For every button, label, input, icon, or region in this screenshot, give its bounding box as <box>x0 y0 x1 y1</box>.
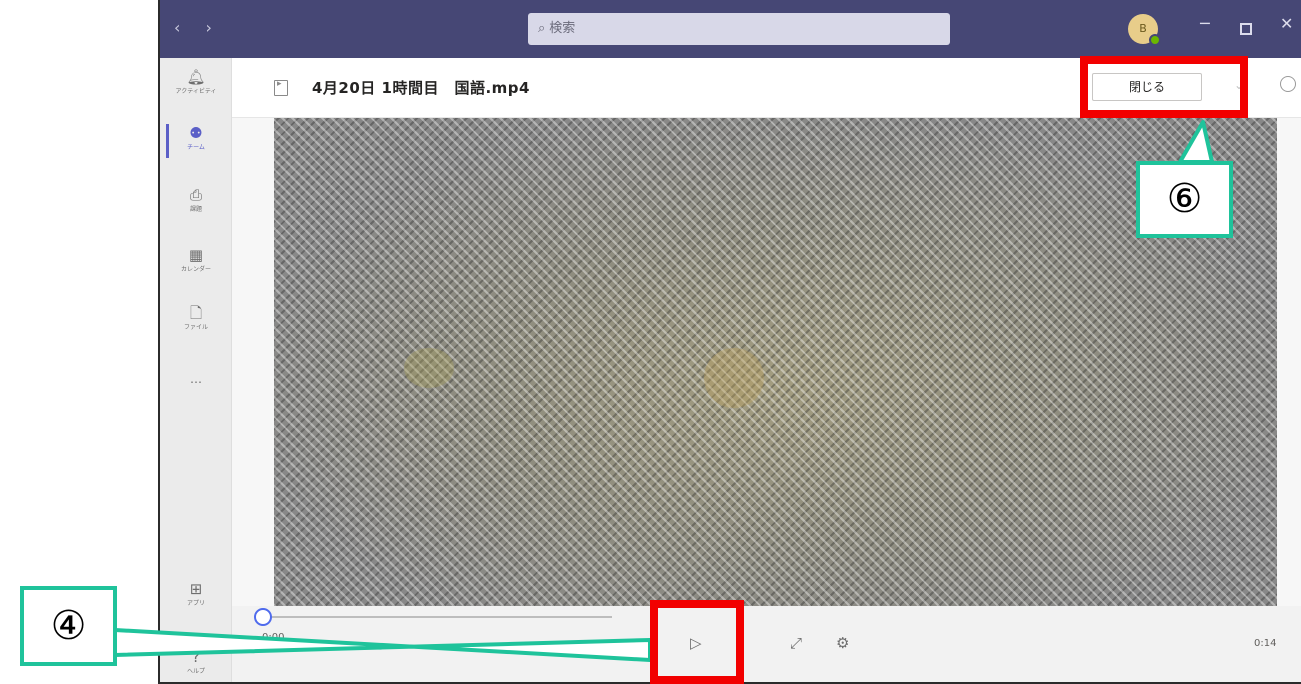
video-content <box>404 348 454 388</box>
video-content <box>704 348 764 408</box>
avatar[interactable]: B <box>1128 14 1161 46</box>
close-window-icon[interactable]: ✕ <box>1280 14 1293 33</box>
highlight-play-button <box>650 600 744 684</box>
gear-icon[interactable]: ⚙ <box>836 634 849 652</box>
callout-step-6: ⑥ <box>1136 161 1233 238</box>
total-time: 0:14 <box>1254 638 1277 649</box>
search-placeholder: 検索 <box>549 21 576 36</box>
seek-thumb[interactable] <box>254 608 272 626</box>
file-title: 4月20日 1時間目 国語.mp4 <box>312 79 530 97</box>
search-icon: ⌕ <box>538 21 546 36</box>
rail-item-label: チーム <box>187 144 205 151</box>
highlight-close-button <box>1080 56 1248 118</box>
teams-icon: ⚉ <box>189 124 203 142</box>
screenshot-stage: ‹ › ⌕ 検索 B ─ ✕ 🔔︎ アクティビティ ⚉ チーム ⎙ 課題 ▦ カ… <box>0 0 1301 684</box>
rail-item-label: アクティビティ <box>175 88 217 95</box>
bell-icon: 🔔︎ <box>186 68 206 86</box>
rail-item-help[interactable]: ? ヘルプ <box>160 648 232 677</box>
seek-bar[interactable] <box>262 616 612 618</box>
rail-item-activity[interactable]: 🔔︎ アクティビティ <box>160 68 232 97</box>
chat-icon[interactable] <box>1280 76 1296 92</box>
rail-item-assignments[interactable]: ⎙ 課題 <box>160 186 232 215</box>
rail-item-label: ファイル <box>183 324 208 331</box>
rail-item-files[interactable]: 🗋︎ ファイル <box>160 304 232 333</box>
maximize-icon[interactable] <box>1240 23 1252 35</box>
rail-item-label: アプリ <box>186 600 205 607</box>
current-time: 0:00 <box>262 632 285 643</box>
rail-item-apps[interactable]: ⊞ アプリ <box>160 580 232 609</box>
video-file-icon <box>274 79 288 96</box>
rail-item-label: ヘルプ <box>186 668 205 675</box>
fullscreen-icon[interactable]: ⤢ <box>790 634 802 652</box>
file-icon: 🗋︎ <box>189 304 203 322</box>
minimize-icon[interactable]: ─ <box>1200 14 1210 33</box>
back-forward-arrows[interactable]: ‹ › <box>174 18 222 37</box>
search-box[interactable]: ⌕ 検索 <box>528 13 950 45</box>
player-controls: 0:00 ▷ 🔈︎ ⤢ ⚙ 0:14 <box>232 606 1301 682</box>
file-viewer: 4月20日 1時間目 国語.mp4 閉じる ⌄ 0:00 ▷ 🔈︎ ⤢ ⚙ 0:… <box>232 58 1301 682</box>
apps-icon: ⊞ <box>189 580 203 598</box>
assignments-icon: ⎙ <box>189 186 202 204</box>
video-frame[interactable] <box>274 118 1277 606</box>
avatar-initial: B <box>1139 22 1147 35</box>
rail-item-more[interactable]: … <box>160 370 232 388</box>
rail-item-calendar[interactable]: ▦ カレンダー <box>160 246 232 275</box>
rail-item-label: 課題 <box>189 206 202 213</box>
rail-item-label: カレンダー <box>180 266 211 273</box>
app-rail: 🔔︎ アクティビティ ⚉ チーム ⎙ 課題 ▦ カレンダー 🗋︎ ファイル … <box>160 58 232 682</box>
title-bar: ‹ › ⌕ 検索 B ─ ✕ <box>160 0 1301 58</box>
callout-step-4: ④ <box>20 586 117 666</box>
more-icon: … <box>190 372 202 386</box>
presence-status-icon <box>1149 34 1161 46</box>
rail-item-teams[interactable]: ⚉ チーム <box>160 124 232 158</box>
help-icon: ? <box>192 648 200 666</box>
calendar-icon: ▦ <box>188 246 204 264</box>
